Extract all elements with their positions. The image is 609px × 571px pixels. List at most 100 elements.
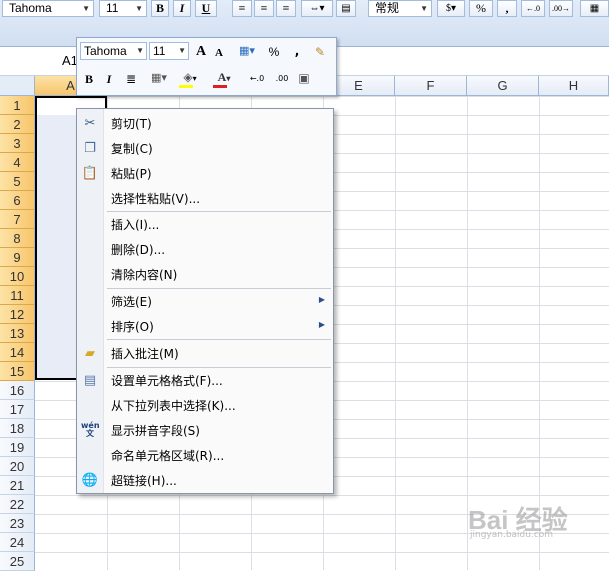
fill-color-icon[interactable]: ◈▾ bbox=[177, 69, 203, 88]
menu-item-filter[interactable]: 筛选(E) ▶ bbox=[77, 290, 333, 314]
paintbrush-icon[interactable]: ✎ bbox=[312, 44, 328, 60]
ribbon-font-name-box[interactable]: Tahoma ▼ bbox=[2, 0, 94, 17]
context-menu: ✂ 剪切(T) ❐ 复制(C) 📋 粘贴(P) 选择性粘贴(V)... 插入(I… bbox=[76, 108, 334, 494]
ribbon-font-size-box[interactable]: 11 ▼ bbox=[99, 0, 147, 17]
column-header[interactable]: H bbox=[539, 76, 609, 96]
column-divider bbox=[395, 96, 396, 570]
row-header[interactable]: 6 bbox=[0, 191, 35, 210]
menu-item-format-cells[interactable]: ▤ 设置单元格格式(F)... bbox=[77, 369, 333, 393]
menu-item-sort[interactable]: 排序(O) ▶ bbox=[77, 315, 333, 339]
increase-decimal-icon[interactable]: ←.0 bbox=[521, 0, 545, 17]
comment-icon: ▰ bbox=[85, 346, 95, 361]
menu-item-hyperlink[interactable]: 🌐 超链接(H)... bbox=[77, 469, 333, 493]
comma-button[interactable]: , bbox=[497, 0, 517, 17]
menu-item-delete[interactable]: 删除(D)... bbox=[77, 238, 333, 262]
row-header[interactable]: 22 bbox=[0, 495, 35, 514]
chevron-down-icon: ▼ bbox=[135, 4, 143, 13]
column-divider bbox=[539, 96, 540, 570]
column-divider bbox=[467, 96, 468, 570]
menu-item-clear-contents[interactable]: 清除内容(N) bbox=[77, 263, 333, 287]
chevron-down-icon: ▼ bbox=[420, 4, 428, 13]
select-all-corner[interactable] bbox=[0, 76, 35, 96]
mini-bold-button[interactable]: B bbox=[82, 71, 96, 87]
font-color-button[interactable]: A▾ bbox=[211, 69, 237, 88]
menu-separator bbox=[107, 288, 331, 289]
paste-icon: 📋 bbox=[81, 166, 99, 181]
underline-button[interactable]: U bbox=[195, 0, 217, 17]
row-header[interactable]: 1 bbox=[0, 96, 35, 115]
row-header[interactable]: 21 bbox=[0, 476, 35, 495]
merge-cells-icon[interactable]: ▣ bbox=[296, 70, 312, 86]
chevron-down-icon: ▼ bbox=[136, 46, 144, 55]
row-header[interactable]: 25 bbox=[0, 552, 35, 571]
menu-separator bbox=[107, 367, 331, 368]
menu-separator bbox=[107, 339, 331, 340]
wrap-icon[interactable]: ▤ bbox=[336, 0, 356, 17]
percent-button[interactable]: % bbox=[469, 0, 493, 17]
column-header[interactable]: G bbox=[467, 76, 539, 96]
currency-icon[interactable]: $▾ bbox=[437, 0, 465, 17]
mini-comma-button[interactable]: , bbox=[292, 43, 302, 59]
row-header[interactable]: 3 bbox=[0, 134, 35, 153]
row-header[interactable]: 9 bbox=[0, 248, 35, 267]
row-header[interactable]: 15 bbox=[0, 362, 35, 381]
menu-item-insert[interactable]: 插入(I)... bbox=[77, 213, 333, 237]
styles-icon[interactable]: ▦ bbox=[580, 0, 609, 17]
decrease-decimal-icon[interactable]: .00→ bbox=[549, 0, 573, 17]
row-header[interactable]: 7 bbox=[0, 210, 35, 229]
grow-font-button[interactable]: A bbox=[194, 44, 208, 60]
shrink-font-button[interactable]: A bbox=[213, 45, 225, 61]
row-header[interactable]: 19 bbox=[0, 438, 35, 457]
mini-font-name-box[interactable]: Tahoma ▼ bbox=[80, 42, 147, 60]
copy-icon: ❐ bbox=[84, 141, 96, 156]
row-header[interactable]: 5 bbox=[0, 172, 35, 191]
italic-button[interactable]: I bbox=[173, 0, 191, 17]
scissors-icon: ✂ bbox=[84, 116, 96, 131]
menu-item-show-phonetic[interactable]: wén 文 显示拼音字段(S) bbox=[77, 419, 333, 443]
align-right-icon[interactable]: ≡ bbox=[276, 0, 296, 17]
center-align-icon[interactable]: ≣ bbox=[123, 71, 139, 87]
column-header[interactable]: F bbox=[395, 76, 467, 96]
phonetic-icon: wén 文 bbox=[81, 421, 100, 438]
row-header[interactable]: 8 bbox=[0, 229, 35, 248]
number-format-box[interactable]: 常规 ▼ bbox=[368, 0, 432, 17]
row-header[interactable]: 11 bbox=[0, 286, 35, 305]
row-header[interactable]: 17 bbox=[0, 400, 35, 419]
row-header[interactable]: 12 bbox=[0, 305, 35, 324]
format-painter-icon[interactable]: ▦▾ bbox=[234, 43, 260, 59]
watermark-url: jingyan.baidu.com bbox=[470, 530, 554, 540]
borders-icon[interactable]: ▦▾ bbox=[147, 70, 171, 86]
row-header[interactable]: 20 bbox=[0, 457, 35, 476]
hyperlink-icon: 🌐 bbox=[81, 473, 99, 488]
row-header[interactable]: 18 bbox=[0, 419, 35, 438]
row-header[interactable]: 13 bbox=[0, 324, 35, 343]
chevron-down-icon: ▼ bbox=[178, 46, 186, 55]
mini-toolbar: Tahoma ▼ 11 ▼ A A ▦▾ % , ✎ B I ≣ ▦▾ ◈▾ A▾ … bbox=[76, 37, 337, 96]
merge-center-icon[interactable]: ⇔▾ bbox=[301, 0, 333, 17]
menu-item-paste-special[interactable]: 选择性粘贴(V)... bbox=[77, 187, 333, 211]
menu-item-insert-comment[interactable]: ▰ 插入批注(M) bbox=[77, 342, 333, 366]
mini-percent-button[interactable]: % bbox=[267, 44, 281, 60]
format-cells-icon: ▤ bbox=[83, 373, 97, 388]
row-header[interactable]: 14 bbox=[0, 343, 35, 362]
menu-item-define-name[interactable]: 命名单元格区域(R)... bbox=[77, 444, 333, 468]
menu-item-pick-from-list[interactable]: 从下拉列表中选择(K)... bbox=[77, 394, 333, 418]
row-header[interactable]: 10 bbox=[0, 267, 35, 286]
align-center-icon[interactable]: ≡ bbox=[254, 0, 274, 17]
menu-separator bbox=[107, 211, 331, 212]
row-header[interactable]: 2 bbox=[0, 115, 35, 134]
bold-button[interactable]: B bbox=[151, 0, 169, 17]
row-header[interactable]: 4 bbox=[0, 153, 35, 172]
mini-font-size-box[interactable]: 11 ▼ bbox=[149, 42, 189, 60]
row-header[interactable]: 16 bbox=[0, 381, 35, 400]
submenu-arrow-icon: ▶ bbox=[318, 295, 325, 304]
menu-item-copy[interactable]: ❐ 复制(C) bbox=[77, 137, 333, 161]
row-header[interactable]: 23 bbox=[0, 514, 35, 533]
menu-item-cut[interactable]: ✂ 剪切(T) bbox=[77, 112, 333, 136]
decrease-decimal-icon[interactable]: .00 bbox=[272, 71, 292, 87]
align-left-icon[interactable]: ≡ bbox=[232, 0, 252, 17]
row-header[interactable]: 24 bbox=[0, 533, 35, 552]
menu-item-paste[interactable]: 📋 粘贴(P) bbox=[77, 162, 333, 186]
increase-decimal-icon[interactable]: ←.0 bbox=[247, 71, 267, 87]
mini-italic-button[interactable]: I bbox=[103, 71, 115, 87]
